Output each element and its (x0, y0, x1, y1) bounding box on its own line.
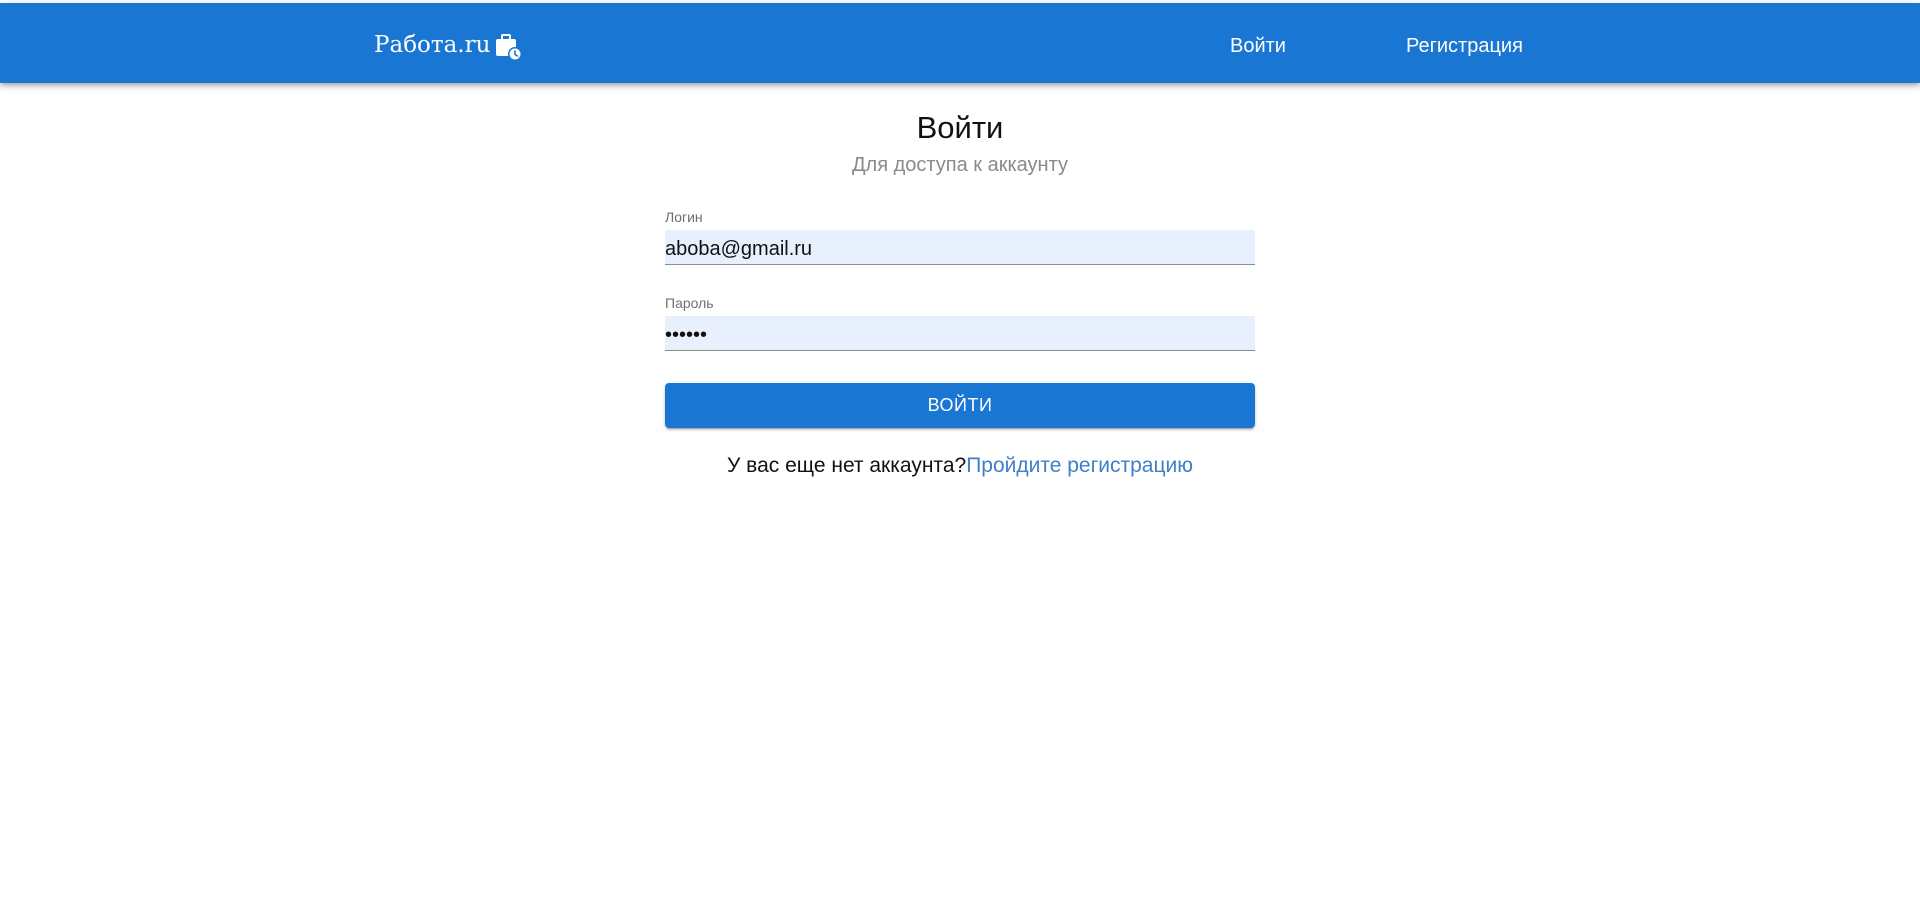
briefcase-clock-icon (493, 32, 523, 62)
password-field: Пароль (665, 294, 1255, 351)
login-field: Логин (665, 208, 1255, 265)
nav-register-link[interactable]: Регистрация (1406, 33, 1523, 59)
signup-link[interactable]: Пройдите регистрацию (966, 454, 1193, 477)
signup-prompt-text: У вас еще нет аккаунта? (727, 454, 967, 477)
page-title: Войти (916, 110, 1004, 145)
page-subtitle: Для доступа к аккаунту (852, 154, 1068, 176)
login-submit-button[interactable]: ВОЙТИ (665, 383, 1255, 428)
brand-logo-text[interactable]: Работа.ru (374, 30, 490, 60)
password-label: Пароль (665, 295, 714, 311)
signup-prompt: У вас еще нет аккаунта?Пройдите регистра… (0, 452, 1920, 480)
nav-login-link[interactable]: Войти (1230, 33, 1286, 59)
password-input[interactable] (665, 316, 1255, 351)
login-input[interactable] (665, 230, 1255, 265)
app-bar: Работа.ru Войти Регистрация (0, 3, 1920, 83)
login-label: Логин (665, 209, 703, 225)
